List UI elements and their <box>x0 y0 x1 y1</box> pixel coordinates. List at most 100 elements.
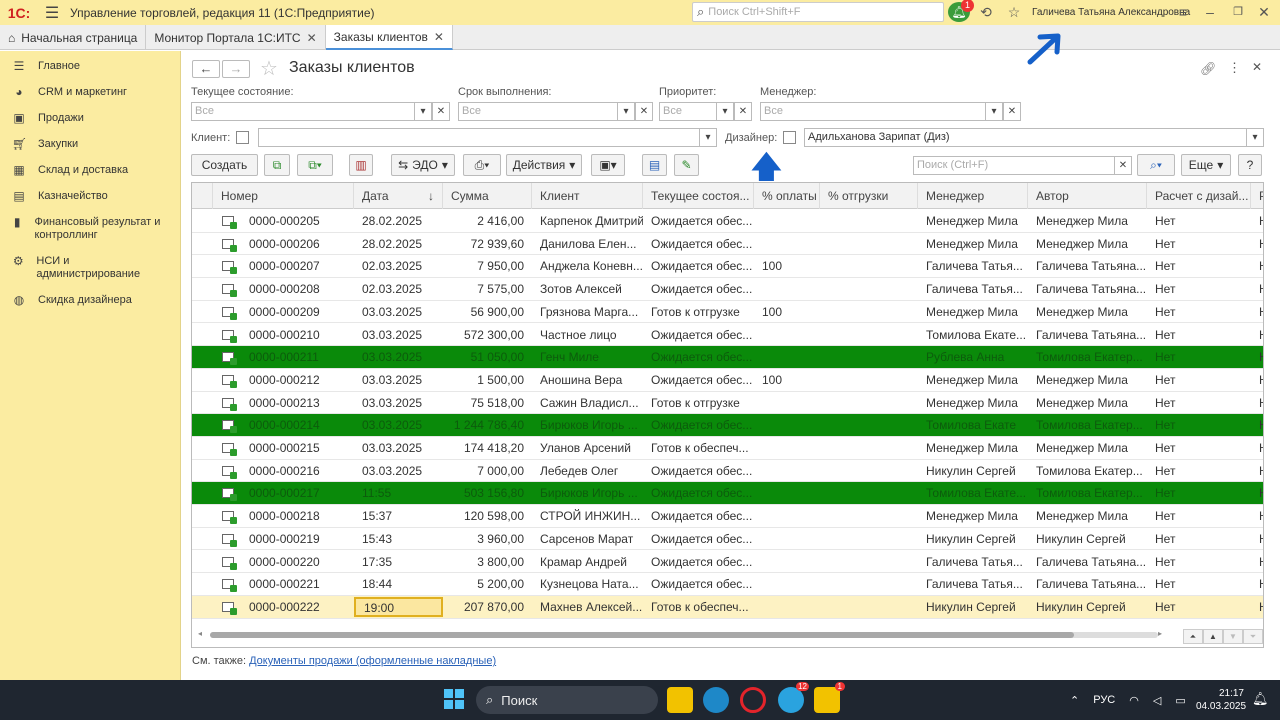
client-dropdown-button[interactable]: ▾ <box>699 128 717 147</box>
notification-bell-icon[interactable]: 🔔︎ <box>1252 691 1269 707</box>
sidebar-item-crm[interactable]: ◕ CRM и маркетинг <box>0 81 180 104</box>
priority-filter-input[interactable]: Все <box>659 102 717 121</box>
sidebar-item-sales[interactable]: ▣ Продажи <box>0 107 180 130</box>
scroll-left-icon[interactable]: ◂ <box>198 629 202 638</box>
table-row[interactable]: 0000-000217 11:55 503 156,80 Бирюков Игорь … <box>192 482 1263 506</box>
copy-icon[interactable]: ⧉ <box>264 154 290 176</box>
sidebar-item-designer-discount[interactable]: ◍ Скидка дизайнера <box>0 289 180 312</box>
table-row[interactable]: 0000-000222 19:00 207 870,00 Махнев Алексей… <box>192 595 1263 619</box>
opera-browser-icon[interactable] <box>740 687 766 713</box>
print-icon[interactable]: ⎙▾ <box>463 154 501 176</box>
sidebar-item-finance[interactable]: ▮ Финансовый результат и контроллинг <box>0 211 178 247</box>
sidebar-item-treasury[interactable]: ▤ Казначейство <box>0 185 180 208</box>
table-row[interactable]: 0000-000218 15:37 120 598,00 СТРОЙ ИНЖИН...… <box>192 505 1263 528</box>
sidebar-item-warehouse[interactable]: ▦ Склад и доставка <box>0 159 180 182</box>
priority-dropdown-button[interactable]: ▾ <box>716 102 734 121</box>
col-manager[interactable]: Менеджер <box>918 183 1028 209</box>
link-icon[interactable]: 🔗︎ <box>1200 61 1217 77</box>
more-vertical-icon[interactable]: ⋮ <box>1228 60 1241 76</box>
table-row[interactable]: 0000-000221 18:44 5 200,00 Кузнецова Ната..… <box>192 573 1263 596</box>
edo-button[interactable]: ⇆ ЭДО ▾ <box>391 154 455 176</box>
manager-clear-button[interactable]: ✕ <box>1003 102 1021 121</box>
table-row[interactable]: 0000-000206 28.02.2025 72 939,60 Данилова Е… <box>192 233 1263 256</box>
state-filter-input[interactable]: Все <box>191 102 415 121</box>
tab-client-orders[interactable]: Заказы клиентов ✕ <box>325 25 453 50</box>
deadline-dropdown-button[interactable]: ▾ <box>617 102 635 121</box>
client-filter-checkbox[interactable] <box>236 131 249 144</box>
designer-filter-input[interactable]: Адильханова Зарипат (Диз) <box>804 128 1247 147</box>
minimize-icon[interactable]: – <box>1200 3 1220 23</box>
col-author[interactable]: Автор <box>1028 183 1147 209</box>
designer-filter-checkbox[interactable] <box>783 131 796 144</box>
col-number[interactable]: Номер <box>213 183 354 209</box>
forward-button[interactable]: → <box>222 60 250 78</box>
state-dropdown-button[interactable]: ▾ <box>414 102 432 121</box>
col-client[interactable]: Клиент <box>532 183 643 209</box>
list-icon[interactable]: ▤ <box>642 154 667 176</box>
col-r[interactable]: Р <box>1251 183 1263 209</box>
taskbar-search[interactable]: ⌕ Поиск <box>476 686 658 714</box>
table-row[interactable]: 0000-000209 03.03.2025 56 900,00 Грязнова М… <box>192 301 1263 324</box>
deadline-filter-input[interactable]: Все <box>458 102 618 121</box>
table-row[interactable]: 0000-000215 03.03.2025 174 418,20 Уланов Ар… <box>192 437 1263 460</box>
current-user[interactable]: Галичева Татьяна Александровна <box>1032 7 1190 18</box>
sidebar-item-main[interactable]: ☰ Главное <box>0 55 180 78</box>
main-menu-icon[interactable]: ☰ <box>38 3 66 23</box>
file-explorer-icon[interactable] <box>667 687 693 713</box>
manager-dropdown-button[interactable]: ▾ <box>985 102 1003 121</box>
barcode-icon[interactable]: ▥ <box>349 154 373 176</box>
favorite-star-icon[interactable]: ☆ <box>260 56 278 81</box>
sidebar-item-admin[interactable]: ⚙ НСИ и администрирование <box>0 250 160 286</box>
close-tab-icon[interactable]: ✕ <box>434 30 444 44</box>
search-options-icon[interactable]: ⌕▾ <box>1137 154 1175 176</box>
table-row[interactable]: 0000-000208 02.03.2025 7 575,00 Зотов Алекс… <box>192 278 1263 301</box>
edge-browser-icon[interactable] <box>703 687 729 713</box>
table-row[interactable]: 0000-000212 03.03.2025 1 500,00 Аношина Вер… <box>192 369 1263 392</box>
table-row[interactable]: 0000-000216 03.03.2025 7 000,00 Лебедев Оле… <box>192 460 1263 483</box>
edit-icon[interactable]: ✎ <box>674 154 699 176</box>
close-form-icon[interactable]: ✕ <box>1252 60 1262 74</box>
clock[interactable]: 21:17 04.03.2025 <box>1196 687 1246 713</box>
table-row[interactable]: 0000-000214 03.03.2025 1 244 786,40 Бирюков… <box>192 414 1263 437</box>
table-row[interactable]: 0000-000207 02.03.2025 7 950,00 Анджела Кон… <box>192 255 1263 279</box>
col-designer-calc[interactable]: Расчет с дизай... <box>1147 183 1251 209</box>
col-date[interactable]: Дата ↓ <box>354 183 443 209</box>
scroll-up-icon[interactable]: ▲ <box>1203 629 1223 644</box>
list-search-input[interactable]: Поиск (Ctrl+F) <box>913 156 1115 175</box>
global-search-input[interactable]: ⌕ Поиск Ctrl+Shift+F <box>692 2 944 22</box>
close-window-icon[interactable]: ✕ <box>1254 3 1274 23</box>
battery-icon[interactable]: ▭ <box>1175 694 1185 707</box>
deadline-clear-button[interactable]: ✕ <box>635 102 653 121</box>
create-based-on-icon[interactable]: ⧉▾ <box>297 154 333 176</box>
col-shipment[interactable]: % отгрузки <box>820 183 918 209</box>
scroll-down-icon[interactable]: ▼ <box>1223 629 1243 644</box>
favorites-star-icon[interactable]: ☆ <box>1004 3 1024 23</box>
manager-filter-input[interactable]: Все <box>760 102 986 121</box>
volume-icon[interactable]: ◁ <box>1153 694 1161 707</box>
wifi-icon[interactable]: ◠ <box>1129 694 1139 707</box>
settings-menu-icon[interactable]: ≡ <box>1173 3 1193 23</box>
actions-button[interactable]: Действия ▾ <box>506 154 582 176</box>
table-row[interactable]: 0000-000213 03.03.2025 75 518,00 Сажин Влад… <box>192 392 1263 415</box>
list-search-clear-button[interactable]: ✕ <box>1114 156 1132 175</box>
priority-clear-button[interactable]: ✕ <box>734 102 752 121</box>
more-button[interactable]: Еще ▾ <box>1181 154 1231 176</box>
col-state[interactable]: Текущее состоя... <box>643 183 754 209</box>
reports-icon[interactable]: ▣▾ <box>591 154 625 176</box>
notifications-bell-icon[interactable]: 🔔︎ 1 <box>948 0 974 22</box>
tray-chevron-up-icon[interactable]: ⌃ <box>1070 694 1079 707</box>
horizontal-scrollbar[interactable] <box>210 632 1158 638</box>
scroll-right-icon[interactable]: ▸ <box>1158 629 1162 638</box>
close-tab-icon[interactable]: ✕ <box>307 31 317 45</box>
scrollbar-thumb[interactable] <box>210 632 1074 638</box>
scroll-bottom-icon[interactable]: ⏷ <box>1243 629 1263 644</box>
tab-home[interactable]: ⌂ Начальная страница <box>0 25 147 50</box>
history-icon[interactable]: ⟲ <box>976 3 996 23</box>
sidebar-item-purchases[interactable]: 🛒︎ Закупки <box>0 133 180 156</box>
language-indicator[interactable]: РУС <box>1093 694 1115 706</box>
designer-dropdown-button[interactable]: ▾ <box>1246 128 1264 147</box>
onec-app-icon[interactable]: 1 <box>814 682 845 713</box>
restore-icon[interactable]: ❐ <box>1228 3 1248 23</box>
tab-its-monitor[interactable]: Монитор Портала 1С:ИТС ✕ <box>146 25 326 50</box>
state-clear-button[interactable]: ✕ <box>432 102 450 121</box>
